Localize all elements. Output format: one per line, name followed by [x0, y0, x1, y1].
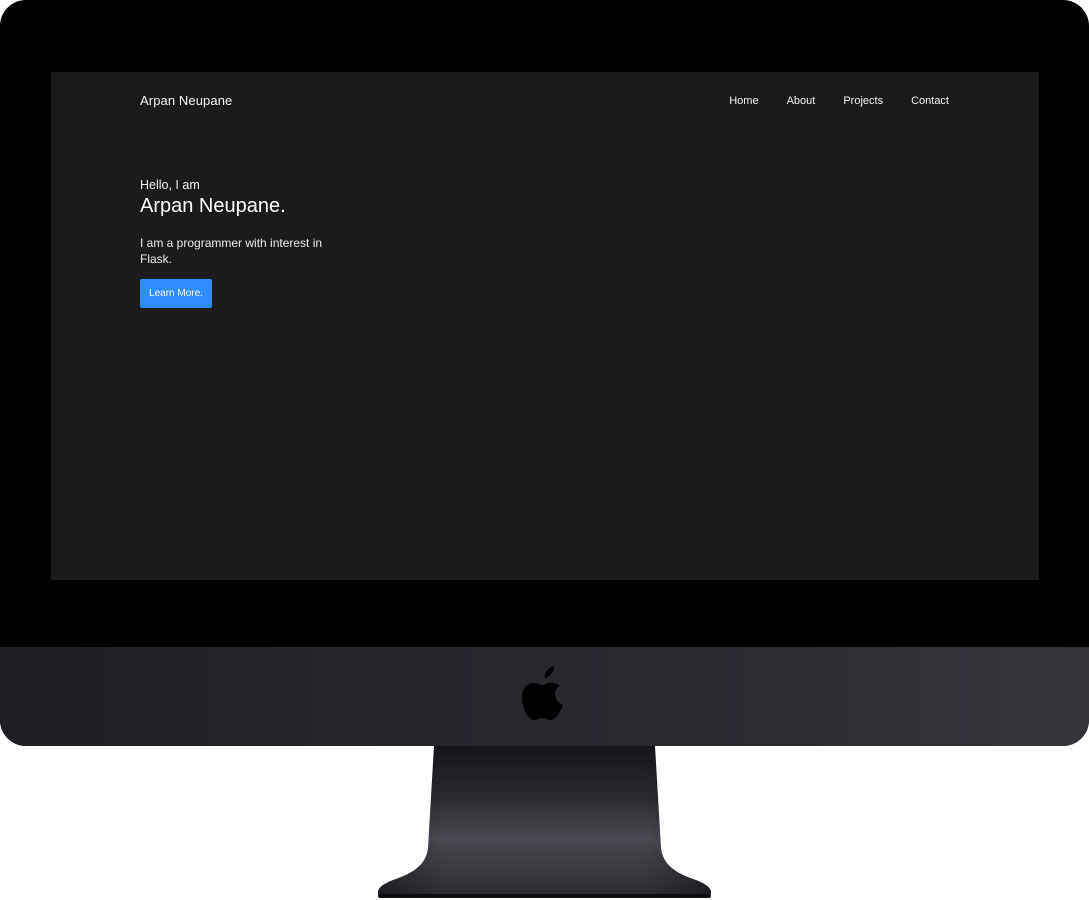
- nav-brand[interactable]: Arpan Neupane: [140, 93, 232, 108]
- nav-menu: Home About Projects Contact: [729, 95, 949, 107]
- website-screen: Arpan Neupane Home About Projects Contac…: [51, 72, 1039, 580]
- nav-link-projects[interactable]: Projects: [843, 95, 883, 107]
- hero-name: Arpan Neupane.: [140, 195, 286, 217]
- hero-description: I am a programmer with interest in Flask…: [140, 236, 323, 266]
- learn-more-button[interactable]: Learn More.: [140, 279, 212, 308]
- apple-logo-icon: [522, 666, 563, 720]
- monitor-bezel: Arpan Neupane Home About Projects Contac…: [0, 0, 1089, 746]
- hero-greeting: Hello, I am: [140, 178, 200, 192]
- nav-link-home[interactable]: Home: [729, 95, 758, 107]
- monitor-stand: [378, 746, 711, 898]
- nav-link-about[interactable]: About: [787, 95, 816, 107]
- imac-mockup: Arpan Neupane Home About Projects Contac…: [0, 0, 1089, 900]
- nav-link-contact[interactable]: Contact: [911, 95, 949, 107]
